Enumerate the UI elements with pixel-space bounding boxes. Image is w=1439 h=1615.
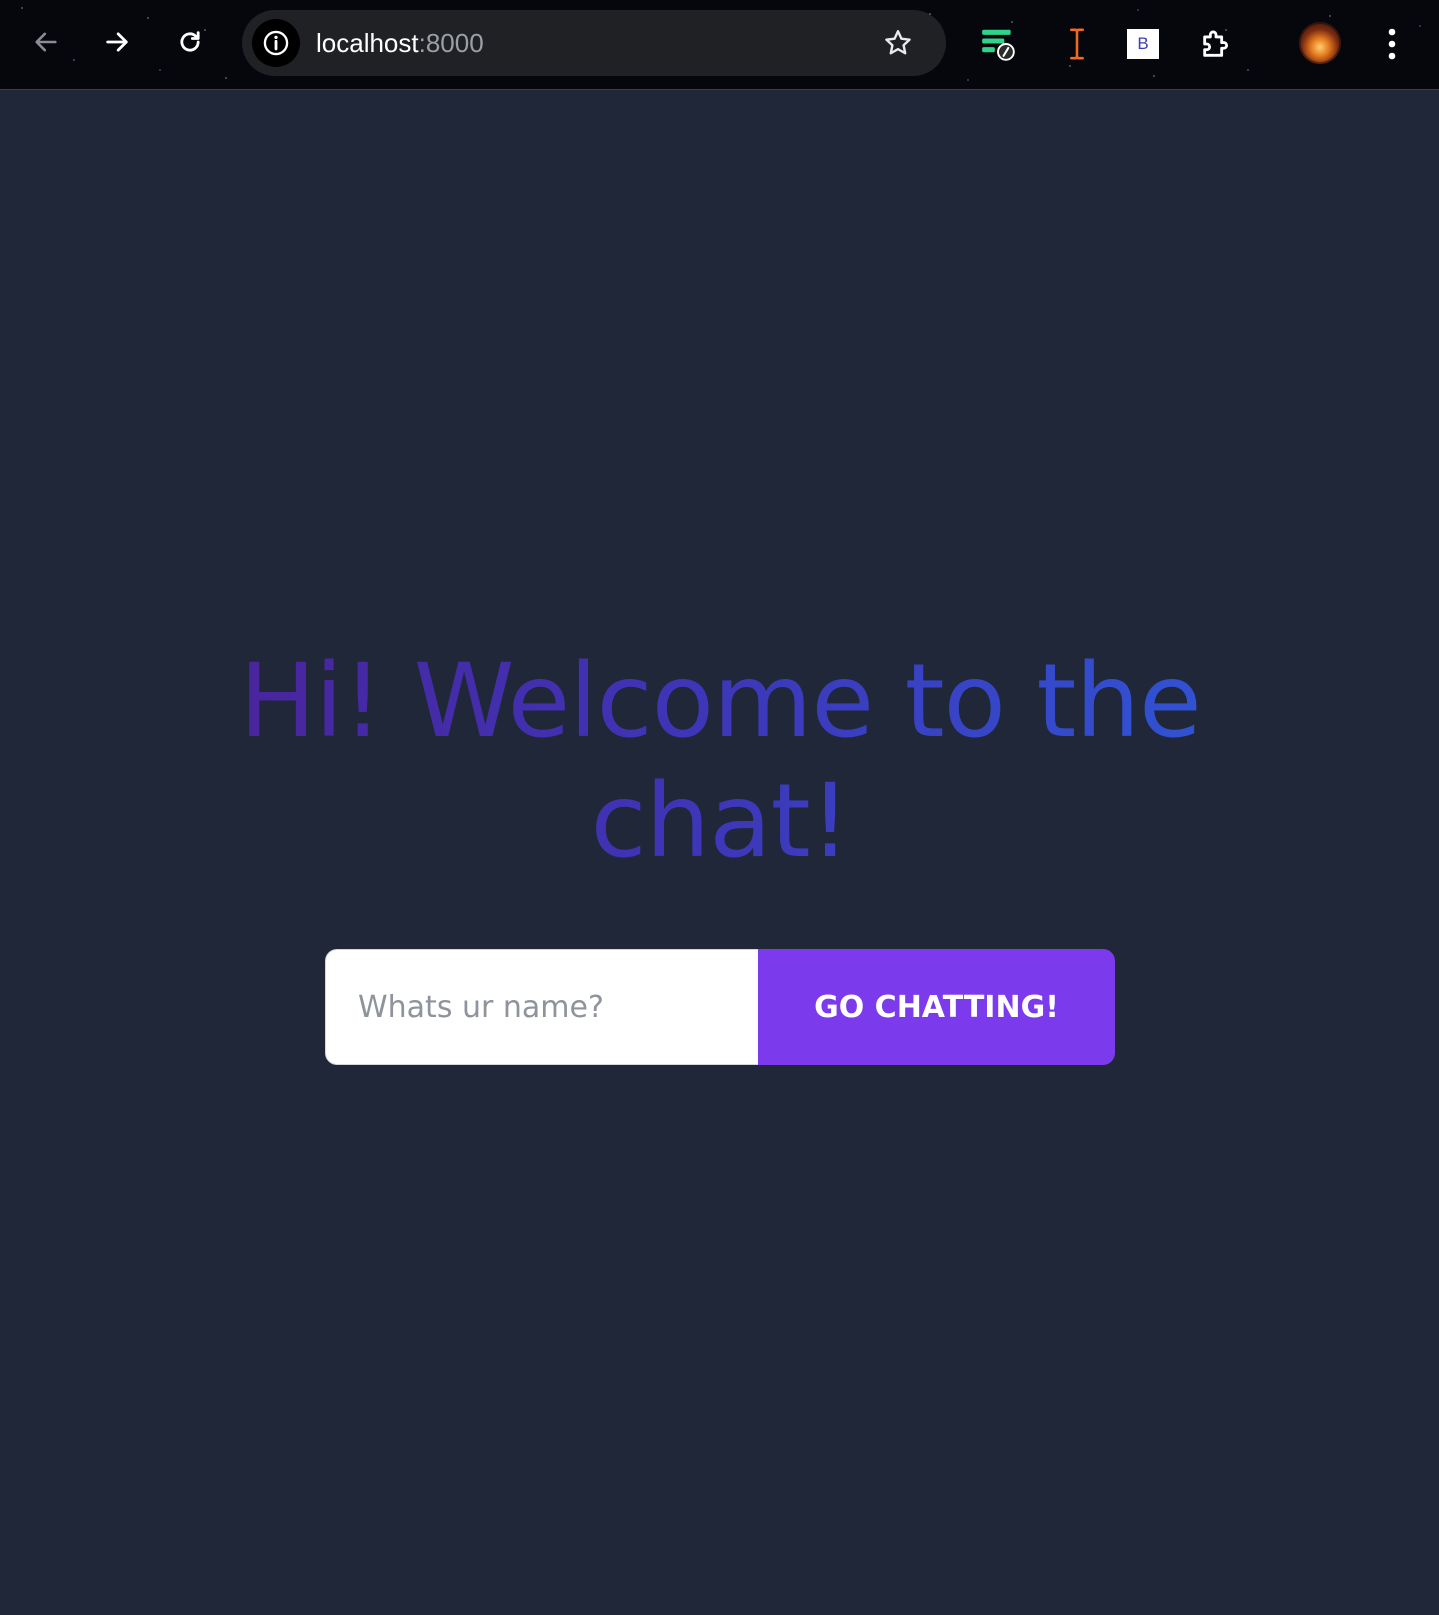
browser-menu-button[interactable] <box>1376 22 1408 66</box>
info-icon <box>263 30 289 56</box>
arrow-right-icon <box>106 32 128 52</box>
page-content: Hi! Welcome to the chat! GO CHATTING! <box>0 90 1439 1615</box>
browser-toolbar: localhost:8000 B <box>0 0 1439 90</box>
text-cursor-icon <box>1070 28 1084 60</box>
extension-1-button[interactable] <box>976 22 1020 66</box>
back-button[interactable] <box>26 22 66 62</box>
extension-3-button[interactable]: B <box>1121 22 1165 66</box>
url-host: localhost <box>316 28 419 58</box>
site-info-button[interactable] <box>252 19 300 67</box>
extension-2-button[interactable] <box>1055 22 1099 66</box>
go-chatting-button[interactable]: GO CHATTING! <box>758 949 1115 1065</box>
arrow-left-icon <box>35 32 57 52</box>
url-text[interactable]: localhost:8000 <box>316 27 484 59</box>
extension-3-label: B <box>1137 34 1149 53</box>
welcome-heading: Hi! Welcome to the chat! <box>160 642 1280 882</box>
kebab-menu-icon <box>1388 28 1396 60</box>
profile-avatar[interactable] <box>1299 22 1341 64</box>
join-chat-form: GO CHATTING! <box>325 949 1115 1065</box>
extensions-button[interactable] <box>1194 22 1238 66</box>
url-port: :8000 <box>418 28 484 58</box>
bookmark-button[interactable] <box>880 25 916 61</box>
address-bar[interactable]: localhost:8000 <box>242 10 946 76</box>
puzzle-icon <box>1203 30 1228 57</box>
reload-icon <box>180 31 200 52</box>
forward-button[interactable] <box>97 22 137 62</box>
b-square-icon: B <box>1127 29 1159 59</box>
name-input[interactable] <box>325 949 758 1065</box>
lines-badge-icon <box>982 29 1015 61</box>
star-icon <box>885 30 911 55</box>
reload-button[interactable] <box>170 22 210 62</box>
